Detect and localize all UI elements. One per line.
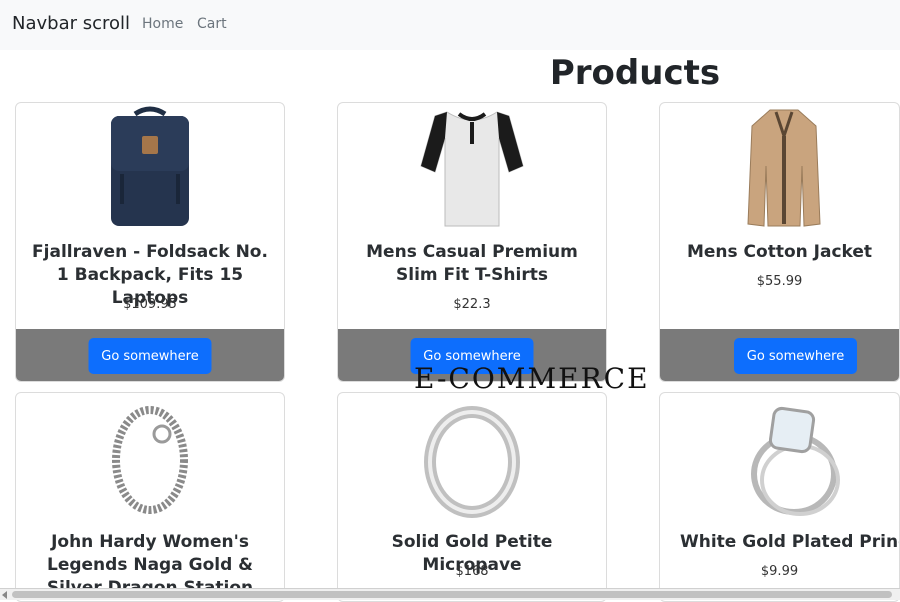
navbar-brand[interactable]: Navbar scroll xyxy=(12,13,130,34)
bracelet-image xyxy=(16,393,284,523)
ring-image xyxy=(338,393,606,523)
product-card: Mens Casual Premium Slim Fit T-Shirts $2… xyxy=(337,102,607,382)
go-somewhere-button[interactable]: Go somewhere xyxy=(88,338,212,374)
rings-image xyxy=(660,393,899,523)
horizontal-scrollbar[interactable] xyxy=(0,588,900,600)
product-card: Mens Cotton Jacket $55.99 Go somewhere xyxy=(659,102,900,382)
card-footer: Go somewhere xyxy=(16,329,284,381)
ecommerce-overlay-text: E-COMMERCE xyxy=(414,362,650,395)
nav-link-home[interactable]: Home xyxy=(142,16,183,32)
product-card: Solid Gold Petite Micropave $168 xyxy=(337,392,607,602)
scrollbar-thumb[interactable] xyxy=(12,591,892,598)
product-title: Mens Casual Premium Slim Fit T-Shirts xyxy=(366,242,578,285)
product-price: $55.99 xyxy=(756,274,803,289)
navbar: Navbar scroll Home Cart xyxy=(0,0,900,50)
card-footer: Go somewhere xyxy=(660,329,899,381)
nav-link-cart[interactable]: Cart xyxy=(197,16,227,32)
product-card: John Hardy Women's Legends Naga Gold & S… xyxy=(15,392,285,602)
scroll-left-icon[interactable] xyxy=(2,591,7,599)
product-price: $22.3 xyxy=(453,297,491,312)
tshirt-image xyxy=(338,103,606,233)
go-somewhere-button[interactable]: Go somewhere xyxy=(734,338,857,374)
product-price: $168 xyxy=(455,564,489,579)
jacket-image xyxy=(660,103,899,233)
product-title: White Gold Plated Princess xyxy=(680,532,899,552)
product-price: $109.95 xyxy=(123,297,177,312)
page-title: Products xyxy=(549,53,721,93)
product-price: $9.99 xyxy=(760,564,799,579)
product-card: White Gold Plated Princess $9.99 xyxy=(659,392,900,602)
backpack-image xyxy=(16,103,284,233)
product-title: Mens Cotton Jacket xyxy=(686,242,873,262)
product-card: Fjallraven - Foldsack No. 1 Backpack, Fi… xyxy=(15,102,285,382)
